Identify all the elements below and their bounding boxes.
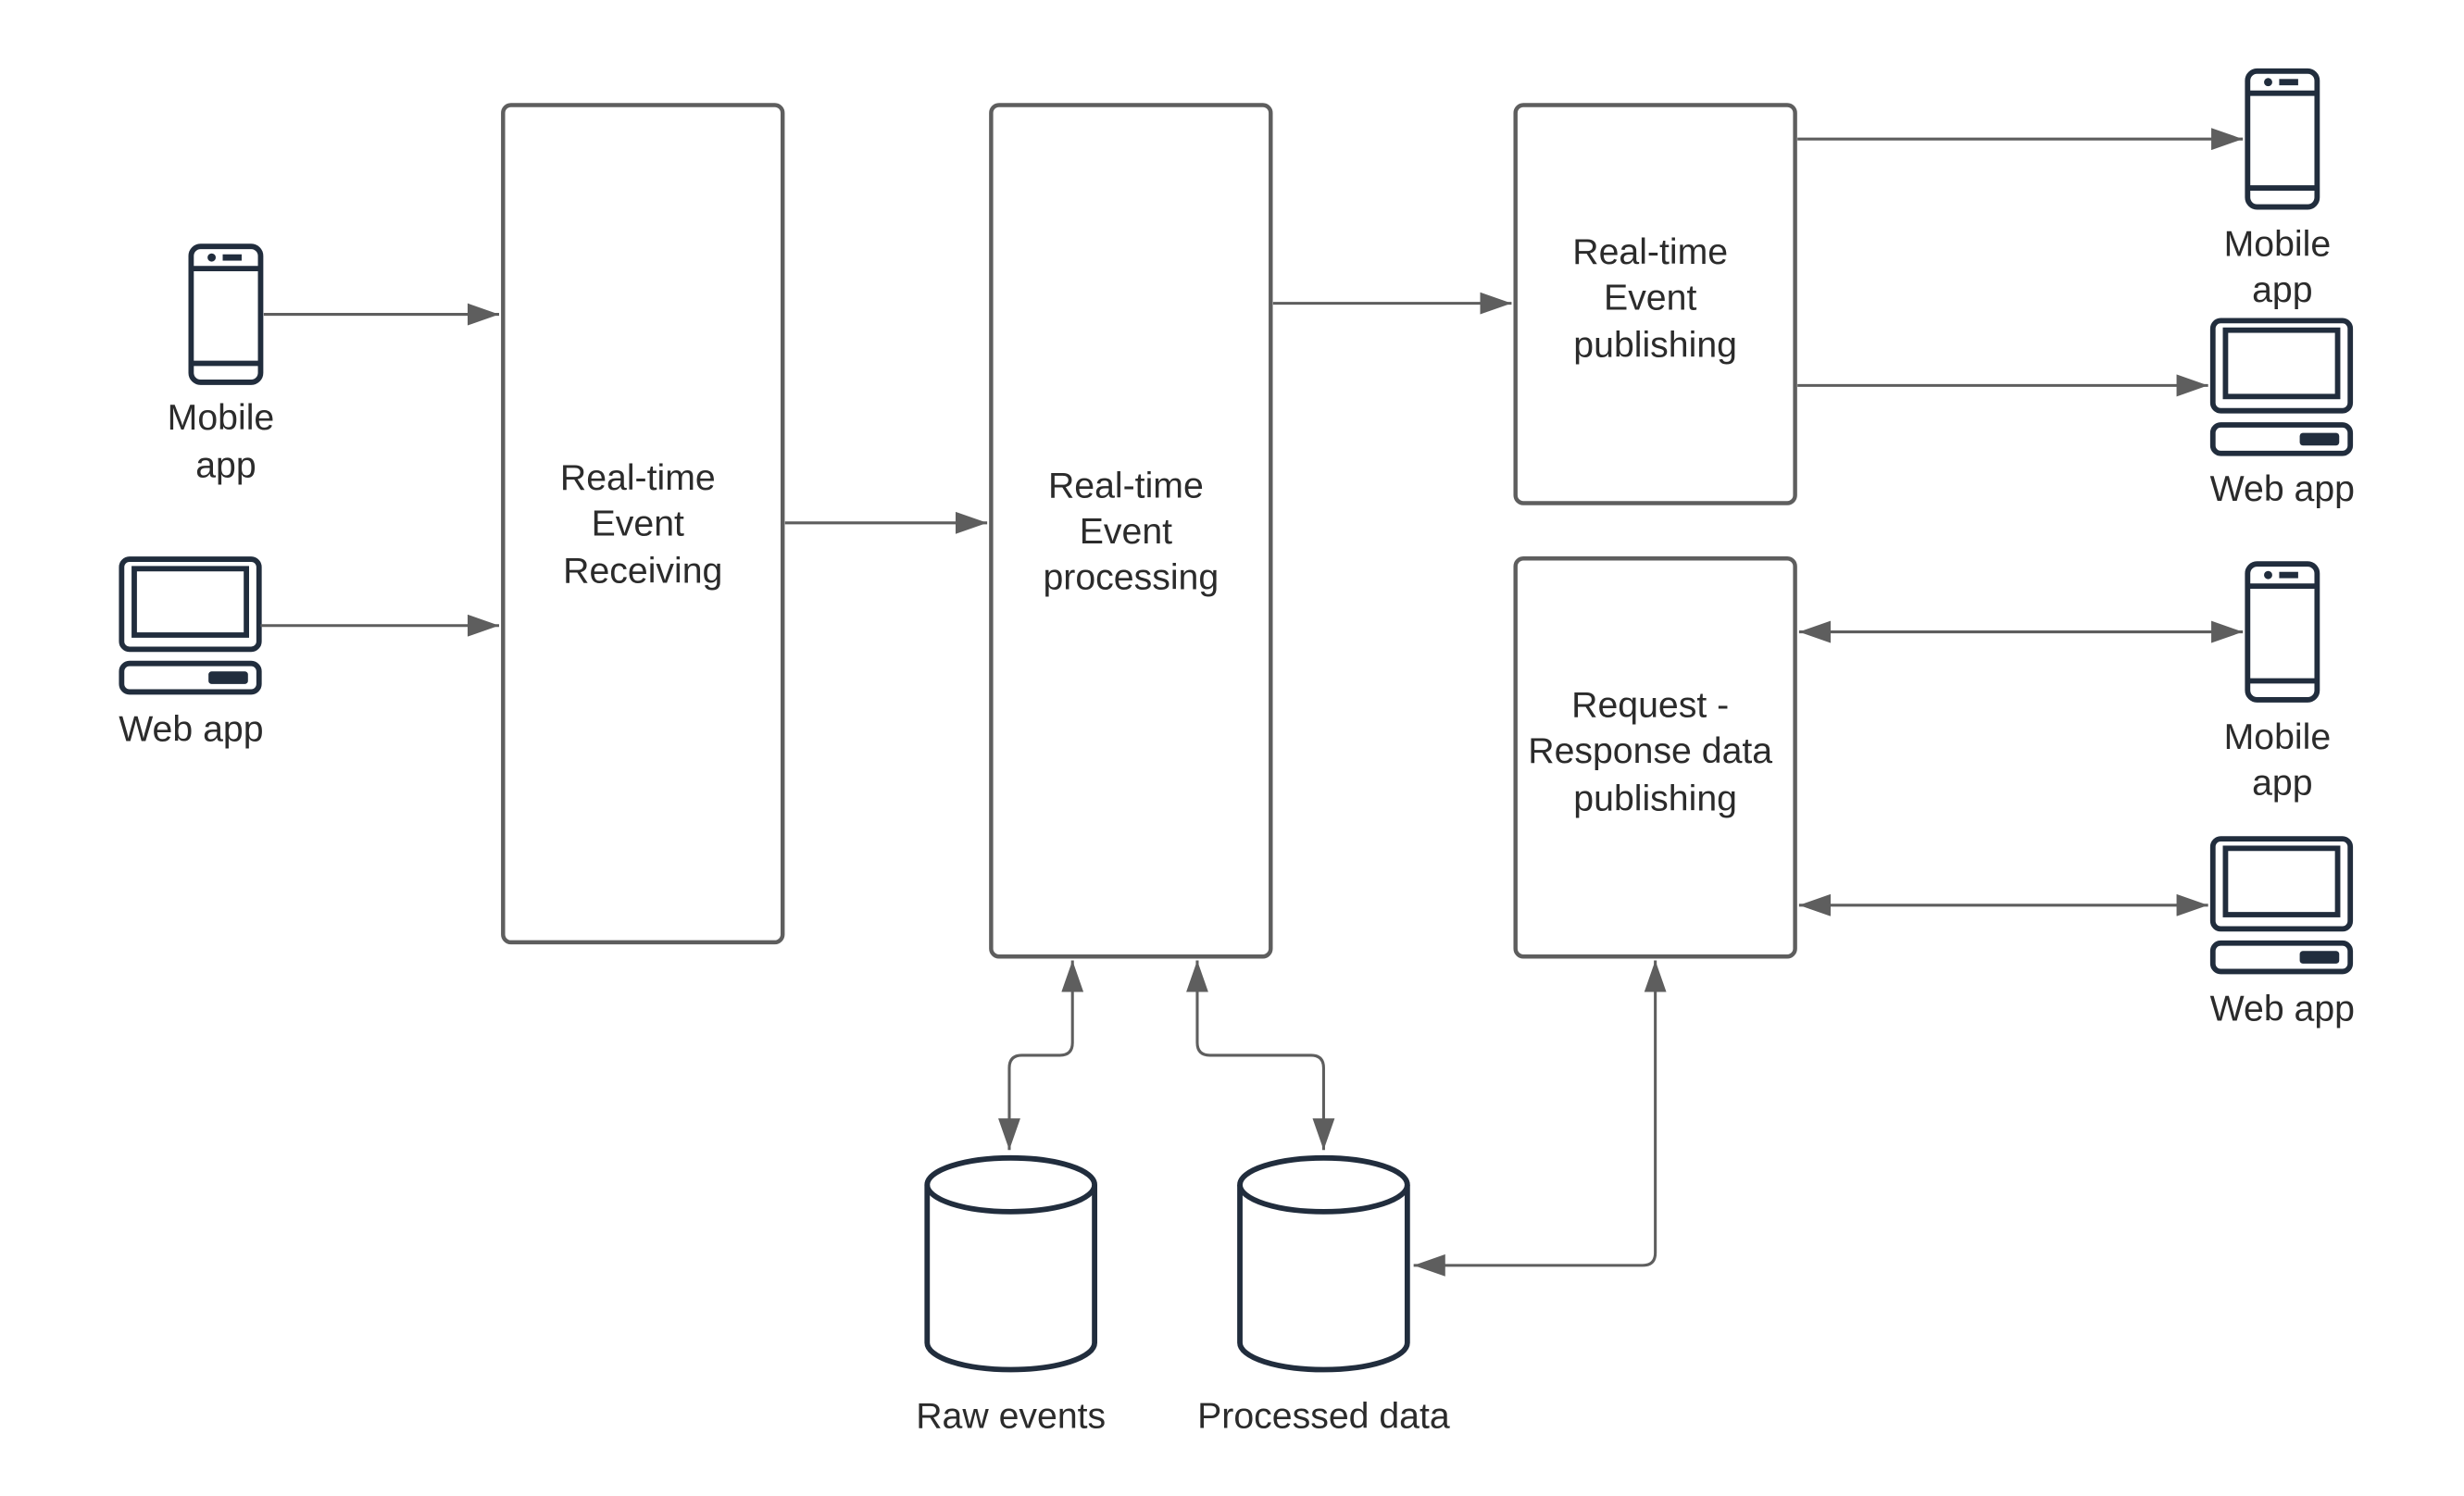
datastore-label: Raw events xyxy=(916,1396,1106,1437)
client-pub-web-app[interactable]: Web app xyxy=(2210,320,2355,509)
mobile-phone-icon xyxy=(2247,71,2317,207)
desktop-computer-icon xyxy=(121,559,258,692)
edge-processed-data-request-response[interactable] xyxy=(1413,960,1667,1277)
client-pub-mobile-app[interactable]: Mobile app xyxy=(2224,71,2341,310)
client-label: Mobile app xyxy=(2224,717,2341,803)
node-realtime-event-receiving[interactable]: Real-time Event Receiving xyxy=(501,103,785,945)
client-label: Mobile app xyxy=(168,397,284,485)
client-label: Web app xyxy=(2210,468,2355,509)
node-realtime-event-publishing[interactable]: Real-time Event publishing xyxy=(1513,103,1797,505)
database-icon xyxy=(1240,1158,1407,1370)
desktop-computer-icon xyxy=(2213,320,2350,453)
architecture-diagram: Real-time Event Receiving Real-time Even… xyxy=(119,0,2355,1437)
datastore-label: Processed data xyxy=(1197,1396,1450,1437)
desktop-computer-icon xyxy=(2213,839,2350,971)
mobile-phone-icon xyxy=(2247,564,2317,700)
client-left-mobile-app[interactable]: Mobile app xyxy=(168,246,284,485)
datastore-processed-data[interactable]: Processed data xyxy=(1197,1158,1450,1437)
node-realtime-event-processing[interactable]: Real-time Event processing xyxy=(989,103,1273,959)
mobile-phone-icon xyxy=(191,246,260,382)
client-rr-web-app[interactable]: Web app xyxy=(2210,839,2355,1028)
database-icon xyxy=(927,1158,1094,1370)
client-label: Web app xyxy=(119,708,263,749)
datastore-raw-events[interactable]: Raw events xyxy=(916,1158,1106,1437)
client-rr-mobile-app[interactable]: Mobile app xyxy=(2224,564,2341,803)
client-label: Web app xyxy=(2210,988,2355,1028)
edge-processing-processed-data[interactable] xyxy=(1186,960,1335,1151)
node-request-response-publishing[interactable]: Request - Response data publishing xyxy=(1513,556,1797,959)
client-label: Mobile app xyxy=(2224,223,2341,309)
client-left-web-app[interactable]: Web app xyxy=(119,559,264,749)
edge-processing-raw-events[interactable] xyxy=(998,960,1084,1151)
